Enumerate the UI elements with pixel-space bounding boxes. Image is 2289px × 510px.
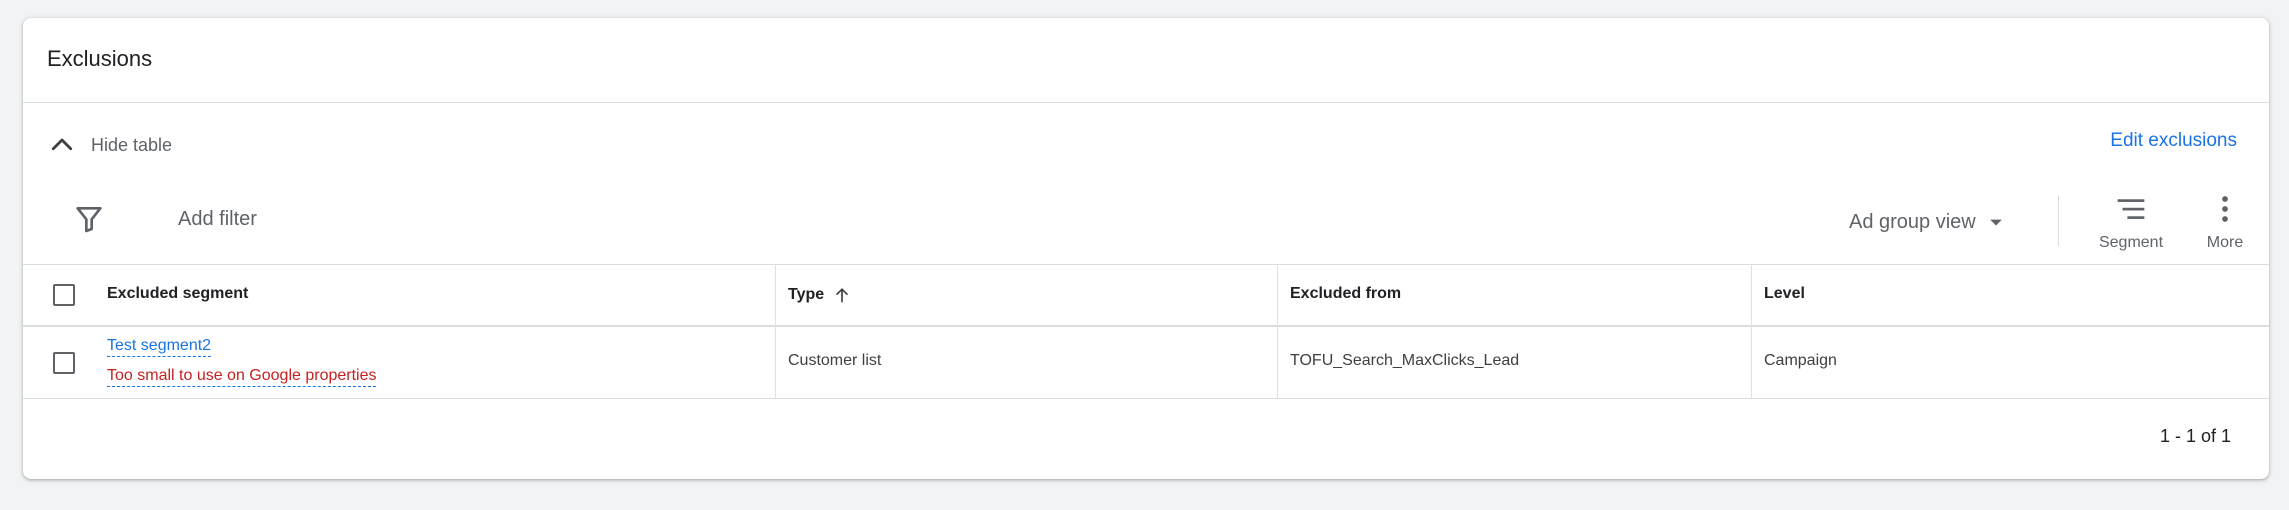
segment-name-link[interactable]: Test segment2 [107,336,212,357]
card-title: Exclusions [47,46,153,71]
more-button[interactable]: More [2195,194,2255,252]
view-selector-label: Ad group view [1849,210,1976,233]
cell-type: Customer list [788,352,882,369]
chevron-up-icon [51,138,73,151]
table-header: Excluded segment Type Excluded from Leve… [23,264,2269,327]
row-checkbox[interactable] [53,352,75,374]
column-header-level[interactable]: Level [1764,285,1805,303]
exclusions-card: Exclusions Hide table Edit exclusions Ad… [23,18,2269,479]
ad-group-view-dropdown[interactable]: Ad group view [1849,208,2010,236]
column-divider [775,264,776,398]
arrow-drop-down-icon [1989,219,2002,226]
arrow-up-icon [836,288,848,303]
column-divider [1277,264,1278,398]
table-row: Test segment2 Too small to use on Google… [23,326,2269,399]
pagination-range: 1 - 1 of 1 [2159,426,2231,446]
hide-table-label: Hide table [91,134,173,155]
edit-exclusions-link[interactable]: Edit exclusions [2110,130,2237,152]
segment-lines-icon [2117,199,2145,219]
column-header-excluded-from[interactable]: Excluded from [1290,285,1401,303]
segment-label: Segment [2098,234,2164,251]
column-header-excluded-segment[interactable]: Excluded segment [107,285,248,303]
segment-warning[interactable]: Too small to use on Google properties [107,366,377,387]
column-divider [1751,264,1752,398]
cell-level: Campaign [1764,352,1837,369]
cell-excluded-from: TOFU_Search_MaxClicks_Lead [1290,352,1520,369]
column-header-type[interactable]: Type [788,285,852,305]
add-filter-button[interactable]: Add filter [178,208,257,231]
select-all-checkbox[interactable] [53,284,75,306]
filter-icon[interactable] [73,203,105,235]
hide-table-toggle[interactable]: Hide table [47,130,172,160]
column-header-type-label: Type [788,286,825,303]
card-header: Exclusions [23,18,2269,103]
more-vert-icon [2222,196,2228,222]
more-label: More [2206,234,2244,251]
segment-button[interactable]: Segment [2091,194,2171,252]
toolbar-divider [2058,196,2059,246]
